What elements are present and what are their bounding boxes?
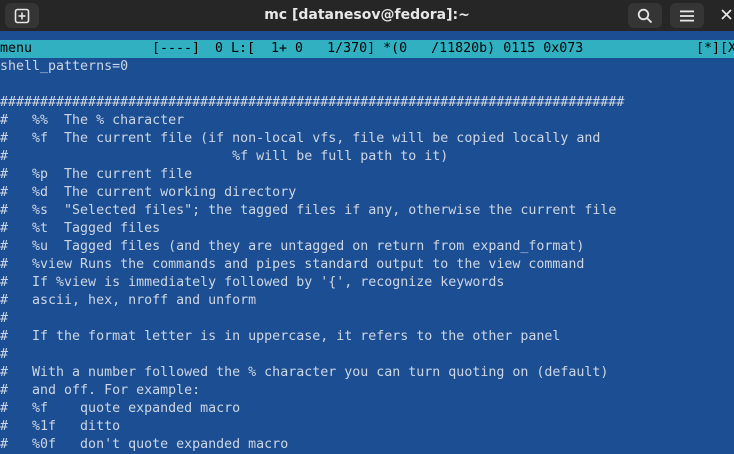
close-button[interactable]	[719, 7, 734, 22]
editor-line: #	[0, 311, 9, 326]
editor-line: # %1f ditto	[0, 419, 121, 434]
window-title: mc [datanesov@fedora]:~	[264, 7, 470, 23]
editor-line: shell_patterns=0	[0, 59, 129, 74]
editor-line: # %t Tagged files	[0, 221, 161, 236]
editor-line: # With a number followed the % character…	[0, 365, 609, 380]
editor-line: # %0f don't quote expanded macro	[0, 437, 289, 452]
search-button[interactable]	[628, 3, 662, 28]
status-filename: menu	[0, 41, 33, 56]
status-right: [*][X	[696, 41, 734, 56]
editor-line: # and off. For example:	[0, 383, 201, 398]
new-tab-icon	[14, 8, 30, 23]
editor-line: # ascii, hex, nroff and unform	[0, 293, 257, 308]
editor-status-bar: menu [----] 0 L:[ 1+ 0 1/370] *(0 /11820…	[0, 40, 734, 58]
editor-line: # %f will be full path to it)	[0, 149, 449, 164]
hamburger-menu-icon	[680, 10, 694, 21]
new-tab-button[interactable]	[5, 3, 39, 28]
window-titlebar: mc [datanesov@fedora]:~	[0, 0, 734, 31]
editor-line: # %view Runs the commands and pipes stan…	[0, 257, 585, 272]
status-flags: [----]	[152, 41, 201, 56]
editor-text[interactable]: shell_patterns=0 ########################…	[0, 58, 734, 454]
editor-line: # If the format letter is in uppercase, …	[0, 329, 561, 344]
terminal-area[interactable]: menu [----] 0 L:[ 1+ 0 1/370] *(0 /11820…	[0, 40, 734, 454]
editor-line: # %u Tagged files (and they are untagged…	[0, 239, 585, 254]
status-position: 0 L:[ 1+ 0 1/370] *(0 /11820b) 0115 0x07…	[215, 41, 584, 56]
close-icon	[721, 9, 732, 20]
editor-line: # %d The current working directory	[0, 185, 297, 200]
search-icon	[637, 8, 653, 23]
editor-line: #	[0, 347, 9, 362]
editor-line: ########################################…	[0, 95, 625, 110]
editor-line: # %f quote expanded macro	[0, 401, 241, 416]
editor-line: # %% The % character	[0, 113, 185, 128]
editor-line: # %s "Selected files"; the tagged files …	[0, 203, 617, 218]
editor-line: # If %view is immediately followed by '{…	[0, 275, 505, 290]
menu-button[interactable]	[670, 3, 704, 28]
editor-line: # %f The current file (if non-local vfs,…	[0, 131, 601, 146]
editor-line: # %p The current file	[0, 167, 193, 182]
